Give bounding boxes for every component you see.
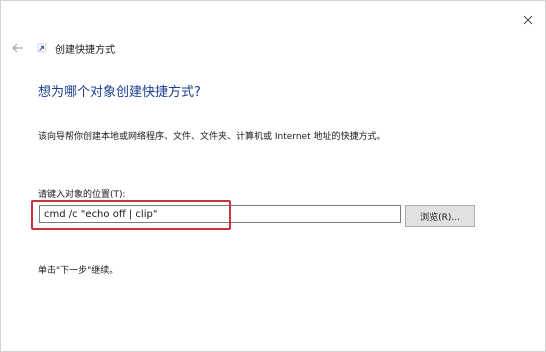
wizard-description: 该向导帮你创建本地或网络程序、文件、文件夹、计算机或 Internet 地址的快… <box>38 132 386 142</box>
window-title: 创建快捷方式 <box>55 44 115 56</box>
location-input[interactable] <box>39 205 401 223</box>
next-step-hint: 单击"下一步"继续。 <box>38 266 119 276</box>
back-button[interactable] <box>9 39 27 57</box>
wizard-heading: 想为哪个对象创建快捷方式? <box>38 85 201 100</box>
title-row: 创建快捷方式 <box>35 39 115 57</box>
shortcut-icon <box>35 41 49 55</box>
back-arrow-icon <box>12 43 23 53</box>
close-icon <box>523 15 533 25</box>
close-button[interactable] <box>517 9 539 31</box>
location-label: 请键入对象的位置(T): <box>38 190 126 200</box>
create-shortcut-window: 创建快捷方式 想为哪个对象创建快捷方式? 该向导帮你创建本地或网络程序、文件、文… <box>0 0 546 352</box>
browse-button[interactable]: 浏览(R)... <box>405 205 475 227</box>
